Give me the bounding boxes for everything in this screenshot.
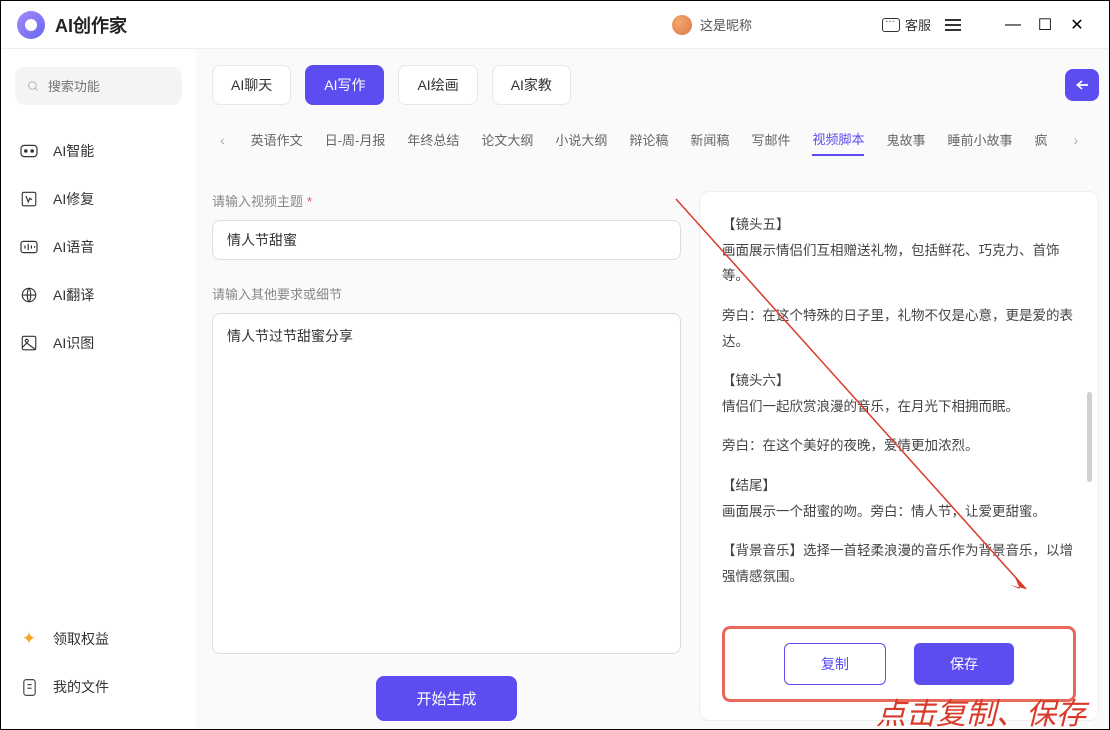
detail-textarea[interactable] — [212, 313, 681, 654]
sidebar-item-label: 我的文件 — [53, 677, 109, 697]
repair-icon — [19, 189, 39, 209]
gift-icon: ✦ — [19, 629, 39, 649]
subtab-novel[interactable]: 小说大纲 — [555, 124, 607, 155]
app-title: AI创作家 — [55, 12, 127, 38]
main-content: AI聊天 AI写作 AI绘画 AI家教 ‹ 英语作文 日-周-月报 年终总结 论… — [196, 49, 1109, 729]
minimize-button[interactable]: — — [997, 9, 1029, 41]
output-text: 【镜头五】画面展示情侣们互相赠送礼物，包括鲜花、巧克力、首饰等。 旁白：在这个特… — [722, 212, 1076, 620]
support-button[interactable]: 客服 — [882, 15, 931, 34]
action-highlight-box: 复制 保存 — [722, 626, 1076, 702]
scrollbar[interactable] — [1087, 392, 1092, 482]
generate-button[interactable]: 开始生成 — [376, 676, 516, 721]
tab-chat[interactable]: AI聊天 — [212, 65, 291, 105]
tabs-row: AI聊天 AI写作 AI绘画 AI家教 — [212, 65, 1099, 105]
copy-button[interactable]: 复制 — [784, 643, 886, 685]
subtab-report[interactable]: 日-周-月报 — [325, 124, 386, 155]
subtab-essay[interactable]: 英语作文 — [251, 124, 303, 155]
sidebar-item-files[interactable]: 我的文件 — [15, 663, 182, 711]
sidebar-item-ai-translate[interactable]: AI翻译 — [15, 271, 182, 319]
sidebar-item-label: AI语音 — [53, 237, 94, 257]
subtab-video-script[interactable]: 视频脚本 — [812, 123, 864, 156]
nickname: 这是昵称 — [700, 15, 752, 34]
sidebar-item-label: 领取权益 — [53, 629, 109, 649]
hamburger-icon[interactable] — [945, 16, 961, 34]
topic-input[interactable] — [212, 220, 681, 260]
subtab-more[interactable]: 疯 — [1035, 124, 1048, 155]
maximize-button[interactable]: ☐ — [1029, 9, 1061, 41]
subtab-ghost[interactable]: 鬼故事 — [886, 124, 925, 155]
close-button[interactable]: ✕ — [1061, 9, 1093, 41]
subtabs-next[interactable]: › — [1070, 132, 1083, 148]
titlebar: AI创作家 这是昵称 客服 — ☐ ✕ — [1, 1, 1109, 49]
sidebar-item-ai-intelligence[interactable]: AI智能 — [15, 127, 182, 175]
sidebar-item-benefits[interactable]: ✦ 领取权益 — [15, 615, 182, 663]
tab-tutor[interactable]: AI家教 — [492, 65, 571, 105]
file-icon — [19, 677, 39, 697]
subtab-bedtime[interactable]: 睡前小故事 — [947, 124, 1012, 155]
search-box[interactable] — [15, 67, 182, 105]
support-label: 客服 — [905, 15, 931, 34]
search-input[interactable] — [48, 79, 170, 94]
sidebar-item-ai-image[interactable]: AI识图 — [15, 319, 182, 367]
sidebar-item-label: AI识图 — [53, 333, 94, 353]
avatar[interactable] — [672, 15, 692, 35]
subtab-email[interactable]: 写邮件 — [751, 124, 790, 155]
brain-icon — [19, 141, 39, 161]
sidebar-item-label: AI翻译 — [53, 285, 94, 305]
tab-write[interactable]: AI写作 — [305, 65, 384, 105]
detail-label: 请输入其他要求或细节 — [212, 284, 681, 303]
sidebar: AI智能 AI修复 AI语音 AI翻译 AI识图 ✦ 领取权益 我的文件 — [1, 49, 196, 729]
back-arrow-icon — [1074, 78, 1090, 92]
translate-icon — [19, 285, 39, 305]
output-panel: 【镜头五】画面展示情侣们互相赠送礼物，包括鲜花、巧克力、首饰等。 旁白：在这个特… — [699, 191, 1099, 721]
image-icon — [19, 333, 39, 353]
sidebar-item-ai-voice[interactable]: AI语音 — [15, 223, 182, 271]
sidebar-item-label: AI修复 — [53, 189, 94, 209]
topic-label: 请输入视频主题* — [212, 191, 681, 210]
save-button[interactable]: 保存 — [914, 643, 1014, 685]
app-logo-icon — [17, 11, 45, 39]
subtab-thesis[interactable]: 论文大纲 — [481, 124, 533, 155]
subtab-summary[interactable]: 年终总结 — [407, 124, 459, 155]
voice-icon — [19, 237, 39, 257]
sidebar-item-label: AI智能 — [53, 141, 94, 161]
input-panel: 请输入视频主题* 请输入其他要求或细节 开始生成 — [212, 191, 681, 721]
chat-icon — [882, 18, 900, 32]
subtab-debate[interactable]: 辩论稿 — [629, 124, 668, 155]
search-icon — [27, 79, 40, 94]
back-button[interactable] — [1065, 69, 1099, 101]
tab-draw[interactable]: AI绘画 — [398, 65, 477, 105]
sidebar-item-ai-repair[interactable]: AI修复 — [15, 175, 182, 223]
subtab-news[interactable]: 新闻稿 — [690, 124, 729, 155]
subtabs-prev[interactable]: ‹ — [216, 132, 229, 148]
subtabs-row: ‹ 英语作文 日-周-月报 年终总结 论文大纲 小说大纲 辩论稿 新闻稿 写邮件… — [212, 123, 1099, 167]
